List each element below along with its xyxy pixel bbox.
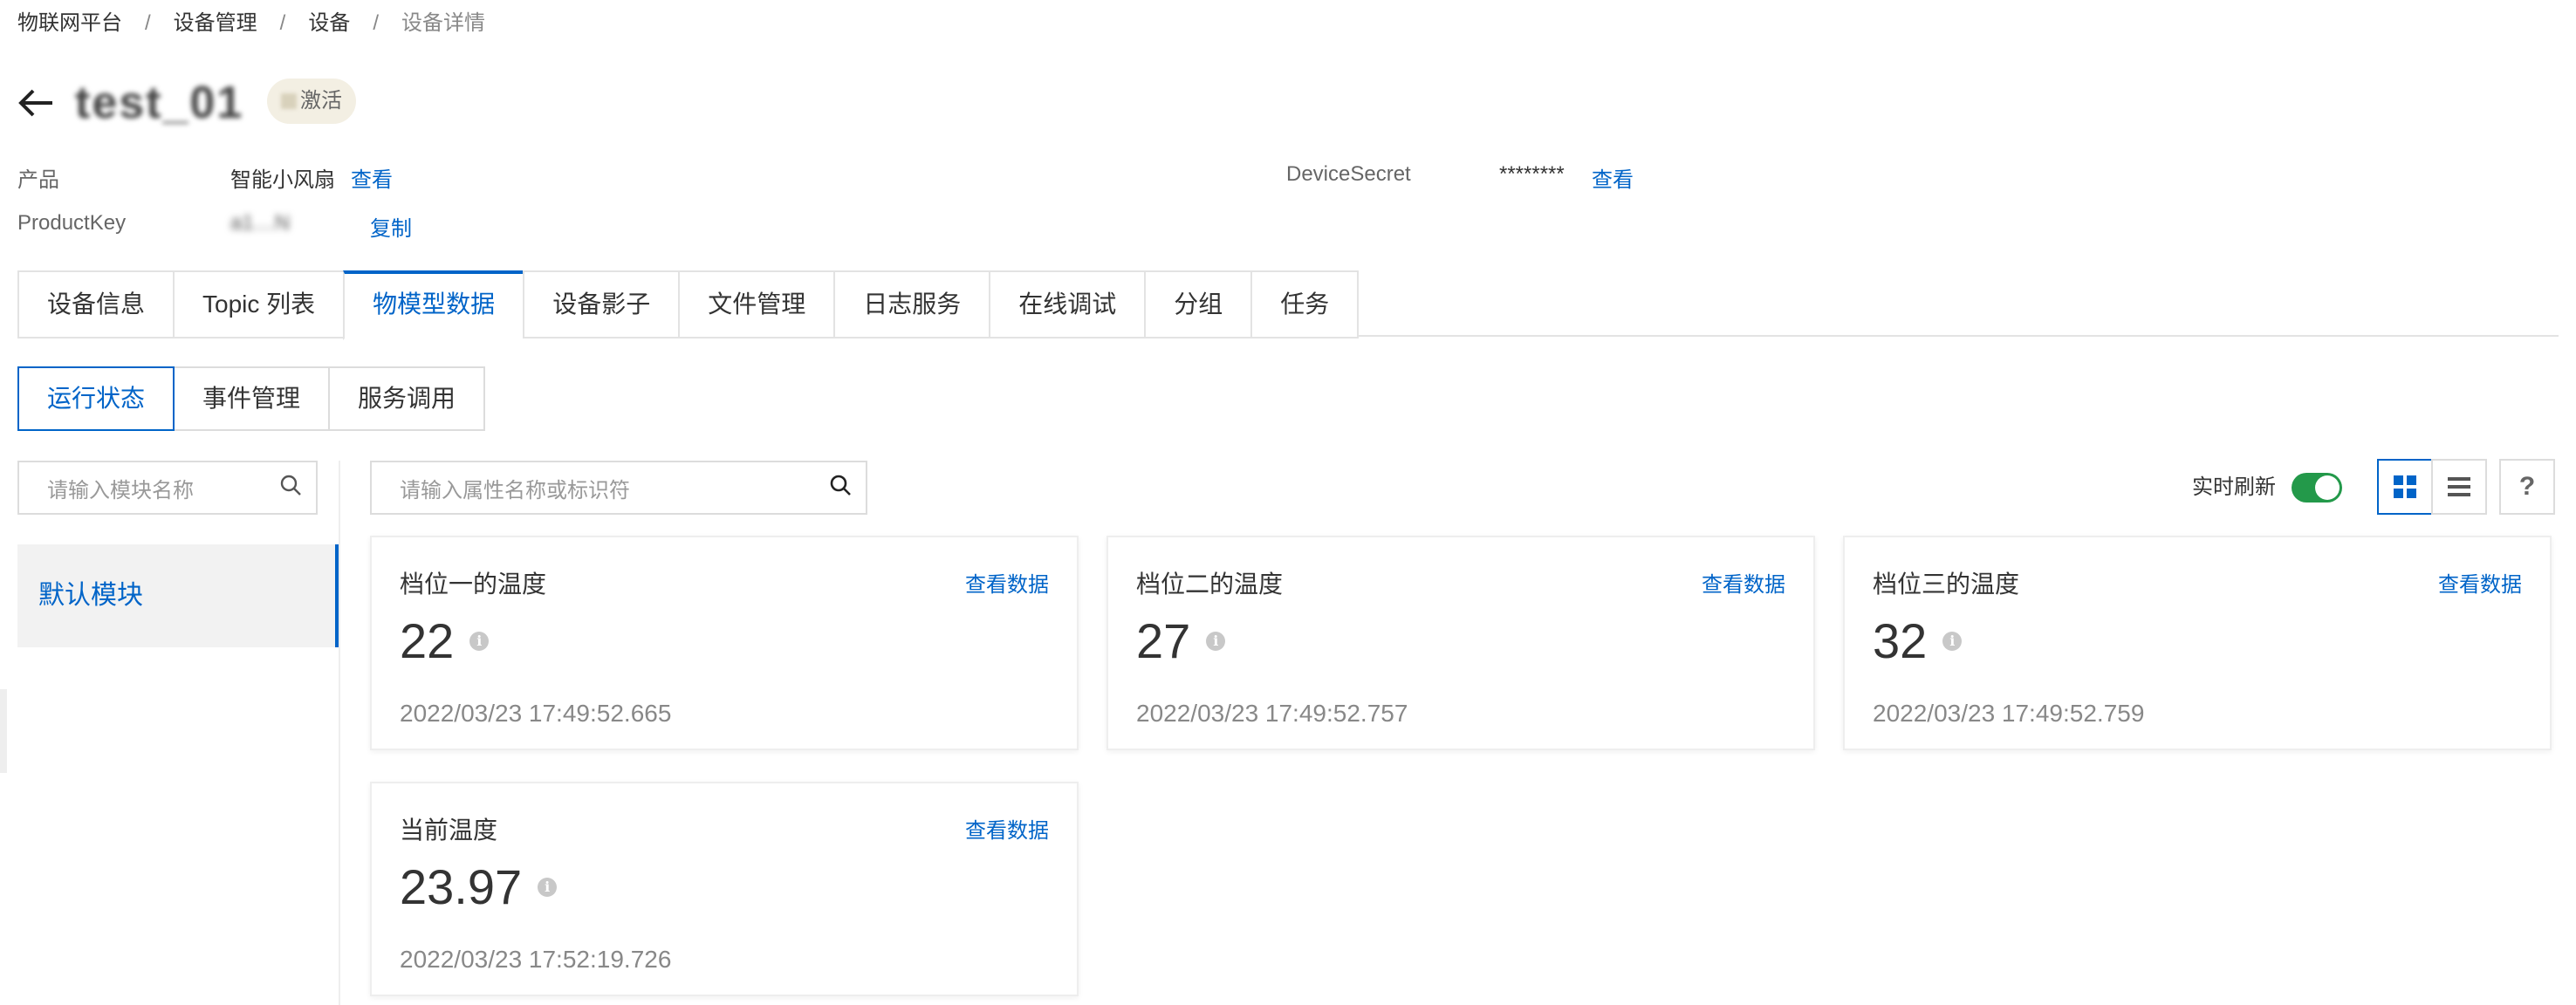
tab-topic-list[interactable]: Topic 列表 <box>173 270 344 338</box>
info-icon[interactable]: i <box>538 878 558 897</box>
breadcrumb-item-iot-platform[interactable]: 物联网平台 <box>17 9 122 38</box>
sub-tabs: 运行状态 事件管理 服务调用 <box>17 366 486 431</box>
view-data-link[interactable]: 查看数据 <box>1702 567 1785 598</box>
property-name: 档位三的温度 <box>1873 571 2020 598</box>
module-item-default[interactable]: 默认模块 <box>17 544 339 647</box>
tab-group[interactable]: 分组 <box>1144 270 1251 338</box>
help-button[interactable]: ? <box>2499 459 2555 515</box>
subtab-running-status[interactable]: 运行状态 <box>17 366 175 431</box>
view-data-link[interactable]: 查看数据 <box>965 567 1049 598</box>
search-icon[interactable] <box>829 474 852 502</box>
grid-icon <box>2394 475 2416 498</box>
tab-online-debug[interactable]: 在线调试 <box>989 270 1145 338</box>
view-data-link[interactable]: 查看数据 <box>965 813 1049 844</box>
property-name: 档位二的温度 <box>1136 571 1284 598</box>
productkey-label: ProductKey <box>17 211 127 235</box>
info-icon[interactable]: i <box>1206 632 1226 651</box>
breadcrumb-separator: / <box>279 11 286 35</box>
property-name: 档位一的温度 <box>400 571 547 598</box>
tab-device-shadow[interactable]: 设备影子 <box>523 270 679 338</box>
module-search-input[interactable]: 请输入模块名称 <box>17 461 318 515</box>
productkey-copy-link[interactable]: 复制 <box>370 211 412 242</box>
breadcrumb-separator: / <box>373 11 380 35</box>
status-badge: 激活 <box>267 79 356 124</box>
devicesecret-view-link[interactable]: 查看 <box>1592 162 1634 193</box>
info-icon[interactable]: i <box>1942 632 1963 651</box>
subtab-event-management[interactable]: 事件管理 <box>175 366 331 431</box>
list-view-button[interactable] <box>2431 459 2487 515</box>
tab-task[interactable]: 任务 <box>1250 270 1360 338</box>
breadcrumb-item-device-management[interactable]: 设备管理 <box>174 9 257 38</box>
subtab-service-call[interactable]: 服务调用 <box>330 366 486 431</box>
info-icon[interactable]: i <box>469 632 490 651</box>
property-card: 档位三的温度 查看数据 32 i 2022/03/23 17:49:52.759 <box>1843 536 2552 750</box>
list-icon <box>2448 477 2470 496</box>
realtime-refresh-label: 实时刷新 <box>2192 475 2276 499</box>
tab-thing-model-data[interactable]: 物模型数据 <box>343 270 524 340</box>
property-search-input[interactable]: 请输入属性名称或标识符 <box>370 461 867 515</box>
property-timestamp: 2022/03/23 17:49:52.759 <box>1873 700 2145 727</box>
property-card: 当前温度 查看数据 23.97 i 2022/03/23 17:52:19.72… <box>370 782 1079 996</box>
view-data-link[interactable]: 查看数据 <box>2438 567 2522 598</box>
property-value: 32 <box>1873 613 1928 668</box>
question-icon: ? <box>2518 472 2536 501</box>
property-timestamp: 2022/03/23 17:52:19.726 <box>400 946 672 973</box>
devicesecret-label: DeviceSecret <box>1286 162 1411 186</box>
property-card: 档位一的温度 查看数据 22 i 2022/03/23 17:49:52.665 <box>370 536 1079 750</box>
property-value: 22 <box>400 613 455 668</box>
product-label: 产品 <box>17 168 59 192</box>
breadcrumb: 物联网平台 / 设备管理 / 设备 / 设备详情 <box>17 9 485 38</box>
back-arrow-icon[interactable] <box>17 84 56 122</box>
productkey-value: a1…N <box>230 211 291 235</box>
property-value: 27 <box>1136 613 1191 668</box>
breadcrumb-separator: / <box>145 11 151 35</box>
search-icon[interactable] <box>279 474 302 502</box>
collapse-handle[interactable] <box>0 689 7 773</box>
tab-file-management[interactable]: 文件管理 <box>678 270 834 338</box>
devicesecret-value: ******** <box>1499 162 1565 186</box>
realtime-refresh-toggle[interactable] <box>2292 473 2342 502</box>
grid-view-button[interactable] <box>2377 459 2433 515</box>
tab-device-info[interactable]: 设备信息 <box>17 270 174 338</box>
breadcrumb-item-device-detail: 设备详情 <box>401 11 486 35</box>
breadcrumb-item-device[interactable]: 设备 <box>308 9 350 38</box>
device-name: test_01 <box>75 78 244 128</box>
property-timestamp: 2022/03/23 17:49:52.665 <box>400 700 672 727</box>
property-value: 23.97 <box>400 859 523 914</box>
property-timestamp: 2022/03/23 17:49:52.757 <box>1136 700 1408 727</box>
property-card: 档位二的温度 查看数据 27 i 2022/03/23 17:49:52.757 <box>1106 536 1815 750</box>
property-name: 当前温度 <box>400 817 498 844</box>
product-value: 智能小风扇 <box>230 168 335 192</box>
product-view-link[interactable]: 查看 <box>351 162 393 193</box>
tab-log-service[interactable]: 日志服务 <box>833 270 990 338</box>
module-panel-divider <box>339 461 340 1005</box>
main-tabs: 设备信息 Topic 列表 物模型数据 设备影子 文件管理 日志服务 在线调试 … <box>17 270 1360 340</box>
